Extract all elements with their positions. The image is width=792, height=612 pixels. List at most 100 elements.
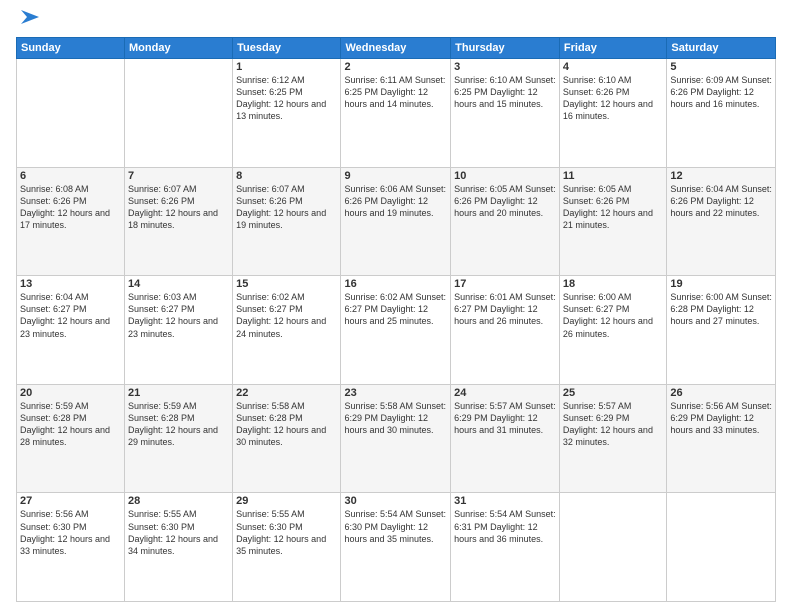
calendar-cell: 10Sunrise: 6:05 AM Sunset: 6:26 PM Dayli… <box>451 167 560 276</box>
calendar-cell: 24Sunrise: 5:57 AM Sunset: 6:29 PM Dayli… <box>451 384 560 493</box>
calendar-cell: 30Sunrise: 5:54 AM Sunset: 6:30 PM Dayli… <box>341 493 451 602</box>
day-number: 25 <box>563 387 663 399</box>
calendar-cell <box>17 59 125 168</box>
week-row-2: 13Sunrise: 6:04 AM Sunset: 6:27 PM Dayli… <box>17 276 776 385</box>
day-info: Sunrise: 5:54 AM Sunset: 6:31 PM Dayligh… <box>454 508 556 544</box>
day-info: Sunrise: 6:03 AM Sunset: 6:27 PM Dayligh… <box>128 291 229 340</box>
calendar-cell: 29Sunrise: 5:55 AM Sunset: 6:30 PM Dayli… <box>233 493 341 602</box>
calendar-cell <box>667 493 776 602</box>
day-info: Sunrise: 6:05 AM Sunset: 6:26 PM Dayligh… <box>454 183 556 219</box>
day-info: Sunrise: 5:58 AM Sunset: 6:29 PM Dayligh… <box>344 400 447 436</box>
page: SundayMondayTuesdayWednesdayThursdayFrid… <box>0 0 792 612</box>
day-number: 29 <box>236 495 337 507</box>
day-number: 3 <box>454 61 556 73</box>
day-number: 11 <box>563 170 663 182</box>
day-number: 18 <box>563 278 663 290</box>
calendar-cell: 26Sunrise: 5:56 AM Sunset: 6:29 PM Dayli… <box>667 384 776 493</box>
calendar-cell: 3Sunrise: 6:10 AM Sunset: 6:25 PM Daylig… <box>451 59 560 168</box>
day-number: 9 <box>344 170 447 182</box>
day-number: 7 <box>128 170 229 182</box>
calendar-cell: 4Sunrise: 6:10 AM Sunset: 6:26 PM Daylig… <box>559 59 666 168</box>
day-number: 21 <box>128 387 229 399</box>
day-number: 30 <box>344 495 447 507</box>
calendar-cell: 31Sunrise: 5:54 AM Sunset: 6:31 PM Dayli… <box>451 493 560 602</box>
calendar-cell: 21Sunrise: 5:59 AM Sunset: 6:28 PM Dayli… <box>125 384 233 493</box>
day-number: 4 <box>563 61 663 73</box>
col-header-saturday: Saturday <box>667 38 776 59</box>
calendar-table: SundayMondayTuesdayWednesdayThursdayFrid… <box>16 37 776 602</box>
day-header-row: SundayMondayTuesdayWednesdayThursdayFrid… <box>17 38 776 59</box>
calendar-cell: 18Sunrise: 6:00 AM Sunset: 6:27 PM Dayli… <box>559 276 666 385</box>
calendar-cell: 28Sunrise: 5:55 AM Sunset: 6:30 PM Dayli… <box>125 493 233 602</box>
calendar-cell: 14Sunrise: 6:03 AM Sunset: 6:27 PM Dayli… <box>125 276 233 385</box>
day-number: 1 <box>236 61 337 73</box>
day-info: Sunrise: 6:00 AM Sunset: 6:27 PM Dayligh… <box>563 291 663 340</box>
col-header-friday: Friday <box>559 38 666 59</box>
day-number: 2 <box>344 61 447 73</box>
day-number: 16 <box>344 278 447 290</box>
calendar-cell <box>125 59 233 168</box>
day-info: Sunrise: 6:07 AM Sunset: 6:26 PM Dayligh… <box>128 183 229 232</box>
day-info: Sunrise: 6:08 AM Sunset: 6:26 PM Dayligh… <box>20 183 121 232</box>
day-number: 15 <box>236 278 337 290</box>
calendar-cell: 8Sunrise: 6:07 AM Sunset: 6:26 PM Daylig… <box>233 167 341 276</box>
day-info: Sunrise: 6:09 AM Sunset: 6:26 PM Dayligh… <box>670 74 772 110</box>
day-number: 6 <box>20 170 121 182</box>
calendar-cell: 9Sunrise: 6:06 AM Sunset: 6:26 PM Daylig… <box>341 167 451 276</box>
day-info: Sunrise: 6:02 AM Sunset: 6:27 PM Dayligh… <box>236 291 337 340</box>
day-number: 8 <box>236 170 337 182</box>
day-info: Sunrise: 6:04 AM Sunset: 6:27 PM Dayligh… <box>20 291 121 340</box>
week-row-1: 6Sunrise: 6:08 AM Sunset: 6:26 PM Daylig… <box>17 167 776 276</box>
calendar-cell: 5Sunrise: 6:09 AM Sunset: 6:26 PM Daylig… <box>667 59 776 168</box>
day-number: 12 <box>670 170 772 182</box>
day-number: 17 <box>454 278 556 290</box>
calendar-cell: 16Sunrise: 6:02 AM Sunset: 6:27 PM Dayli… <box>341 276 451 385</box>
calendar-cell: 1Sunrise: 6:12 AM Sunset: 6:25 PM Daylig… <box>233 59 341 168</box>
calendar-cell: 2Sunrise: 6:11 AM Sunset: 6:25 PM Daylig… <box>341 59 451 168</box>
calendar-cell <box>559 493 666 602</box>
calendar-cell: 25Sunrise: 5:57 AM Sunset: 6:29 PM Dayli… <box>559 384 666 493</box>
col-header-sunday: Sunday <box>17 38 125 59</box>
day-info: Sunrise: 6:01 AM Sunset: 6:27 PM Dayligh… <box>454 291 556 327</box>
day-info: Sunrise: 6:07 AM Sunset: 6:26 PM Dayligh… <box>236 183 337 232</box>
day-info: Sunrise: 5:57 AM Sunset: 6:29 PM Dayligh… <box>563 400 663 449</box>
day-number: 14 <box>128 278 229 290</box>
day-info: Sunrise: 6:12 AM Sunset: 6:25 PM Dayligh… <box>236 74 337 123</box>
day-info: Sunrise: 5:55 AM Sunset: 6:30 PM Dayligh… <box>236 508 337 557</box>
week-row-3: 20Sunrise: 5:59 AM Sunset: 6:28 PM Dayli… <box>17 384 776 493</box>
logo-arrow-icon <box>19 6 41 33</box>
calendar-cell: 23Sunrise: 5:58 AM Sunset: 6:29 PM Dayli… <box>341 384 451 493</box>
calendar-cell: 19Sunrise: 6:00 AM Sunset: 6:28 PM Dayli… <box>667 276 776 385</box>
week-row-4: 27Sunrise: 5:56 AM Sunset: 6:30 PM Dayli… <box>17 493 776 602</box>
day-info: Sunrise: 5:59 AM Sunset: 6:28 PM Dayligh… <box>128 400 229 449</box>
day-info: Sunrise: 6:06 AM Sunset: 6:26 PM Dayligh… <box>344 183 447 219</box>
day-info: Sunrise: 5:56 AM Sunset: 6:30 PM Dayligh… <box>20 508 121 557</box>
day-number: 26 <box>670 387 772 399</box>
day-info: Sunrise: 6:10 AM Sunset: 6:25 PM Dayligh… <box>454 74 556 110</box>
day-number: 5 <box>670 61 772 73</box>
calendar-cell: 17Sunrise: 6:01 AM Sunset: 6:27 PM Dayli… <box>451 276 560 385</box>
day-info: Sunrise: 5:59 AM Sunset: 6:28 PM Dayligh… <box>20 400 121 449</box>
logo <box>16 10 41 33</box>
day-info: Sunrise: 6:11 AM Sunset: 6:25 PM Dayligh… <box>344 74 447 110</box>
calendar-cell: 20Sunrise: 5:59 AM Sunset: 6:28 PM Dayli… <box>17 384 125 493</box>
day-number: 22 <box>236 387 337 399</box>
calendar-cell: 22Sunrise: 5:58 AM Sunset: 6:28 PM Dayli… <box>233 384 341 493</box>
day-info: Sunrise: 6:00 AM Sunset: 6:28 PM Dayligh… <box>670 291 772 327</box>
calendar-cell: 15Sunrise: 6:02 AM Sunset: 6:27 PM Dayli… <box>233 276 341 385</box>
day-info: Sunrise: 6:02 AM Sunset: 6:27 PM Dayligh… <box>344 291 447 327</box>
header <box>16 10 776 33</box>
day-number: 23 <box>344 387 447 399</box>
day-info: Sunrise: 6:04 AM Sunset: 6:26 PM Dayligh… <box>670 183 772 219</box>
day-info: Sunrise: 5:56 AM Sunset: 6:29 PM Dayligh… <box>670 400 772 436</box>
day-number: 27 <box>20 495 121 507</box>
col-header-thursday: Thursday <box>451 38 560 59</box>
calendar-cell: 12Sunrise: 6:04 AM Sunset: 6:26 PM Dayli… <box>667 167 776 276</box>
day-number: 28 <box>128 495 229 507</box>
day-number: 20 <box>20 387 121 399</box>
day-number: 10 <box>454 170 556 182</box>
day-info: Sunrise: 6:05 AM Sunset: 6:26 PM Dayligh… <box>563 183 663 232</box>
calendar-cell: 27Sunrise: 5:56 AM Sunset: 6:30 PM Dayli… <box>17 493 125 602</box>
day-number: 24 <box>454 387 556 399</box>
calendar-cell: 6Sunrise: 6:08 AM Sunset: 6:26 PM Daylig… <box>17 167 125 276</box>
